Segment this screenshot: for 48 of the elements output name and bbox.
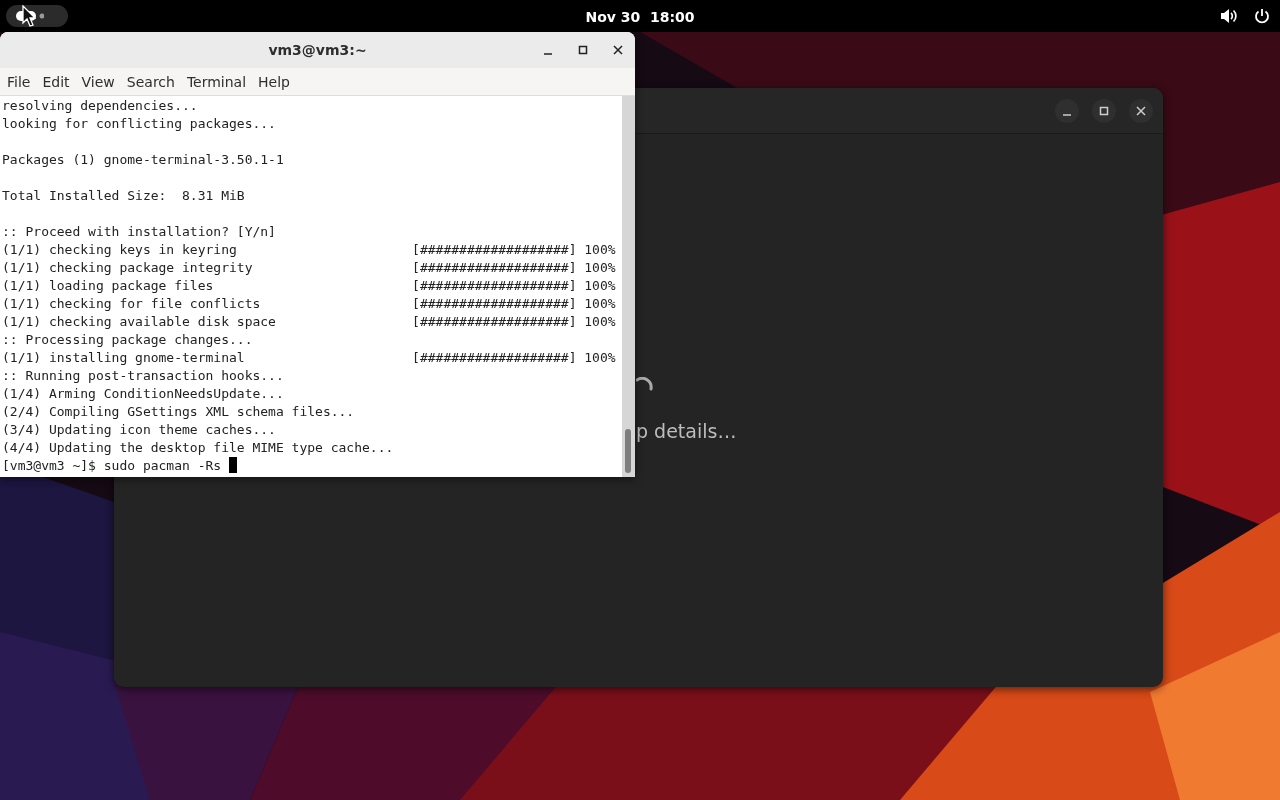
terminal-line: Packages (1) gnome-terminal-3.50.1-1 (2, 152, 284, 167)
progress-text: [###################] 100% (412, 260, 616, 275)
close-icon (613, 45, 623, 55)
power-icon[interactable] (1254, 8, 1270, 24)
maximize-icon (578, 45, 588, 55)
menu-item[interactable]: Search (120, 69, 181, 94)
progress-text: [###################] 100% (412, 296, 616, 311)
minimize-icon (1063, 113, 1071, 116)
terminal-line: (1/1) checking package integrity (2, 259, 254, 277)
terminal-line: Total Installed Size: 8.31 MiB (2, 188, 245, 203)
maximize-button[interactable] (1092, 98, 1116, 123)
minimize-icon (544, 53, 552, 55)
terminal-line: (1/4) Arming ConditionNeedsUpdate... (2, 386, 284, 401)
maximize-icon (1099, 105, 1109, 116)
terminal-line: resolving dependencies... (2, 98, 198, 113)
terminal-line: (1/1) checking keys in keyring (2, 241, 238, 259)
terminal-line: (1/1) loading package files (2, 277, 215, 295)
terminal-line: (4/4) Updating the desktop file MIME type cache... (2, 440, 394, 455)
terminal-line: :: Running post-transaction hooks... (2, 368, 284, 383)
terminal-line: :: Proceed with installation? [Y/n] (2, 224, 276, 239)
scrollbar[interactable] (622, 96, 635, 477)
terminal-line: (1/1) checking for file conflicts (2, 295, 262, 313)
close-button[interactable] (1129, 98, 1153, 123)
terminal-line: (1/1) installing gnome-terminal (2, 349, 246, 367)
terminal-line: looking for conflicting packages... (2, 116, 276, 131)
terminal-line: (1/1) checking available disk space (2, 313, 277, 331)
progress-text: [###################] 100% (412, 242, 616, 257)
window-title: vm3@vm3:~ (268, 42, 367, 58)
loading-status-text: p details… (636, 420, 737, 442)
menu-item[interactable]: Edit (36, 69, 76, 94)
command-prompt: [vm3@vm3 ~]$ sudo pacman -Rs (2, 458, 222, 473)
scrollbar-thumb[interactable] (625, 429, 631, 473)
terminal-line: (2/4) Compiling GSettings XML schema files... (2, 404, 355, 419)
progress-text: [###################] 100% (412, 350, 616, 365)
text-cursor (229, 457, 238, 473)
progress-text: [###################] 100% (412, 278, 616, 293)
menu-item[interactable]: File (1, 69, 37, 94)
volume-icon[interactable] (1220, 8, 1238, 24)
mouse-pointer-icon (22, 5, 36, 27)
clock[interactable]: Nov 30 18:00 (585, 8, 695, 25)
close-icon (1136, 105, 1146, 116)
progress-text: [###################] 100% (412, 314, 616, 329)
terminal-line: (3/4) Updating icon theme caches... (2, 422, 276, 437)
minimize-button[interactable] (1055, 98, 1079, 123)
menu-item[interactable]: View (75, 69, 121, 94)
menu-item[interactable]: Terminal (180, 69, 253, 94)
menu-item[interactable]: Help (252, 69, 296, 94)
terminal-line: :: Processing package changes... (2, 332, 253, 347)
